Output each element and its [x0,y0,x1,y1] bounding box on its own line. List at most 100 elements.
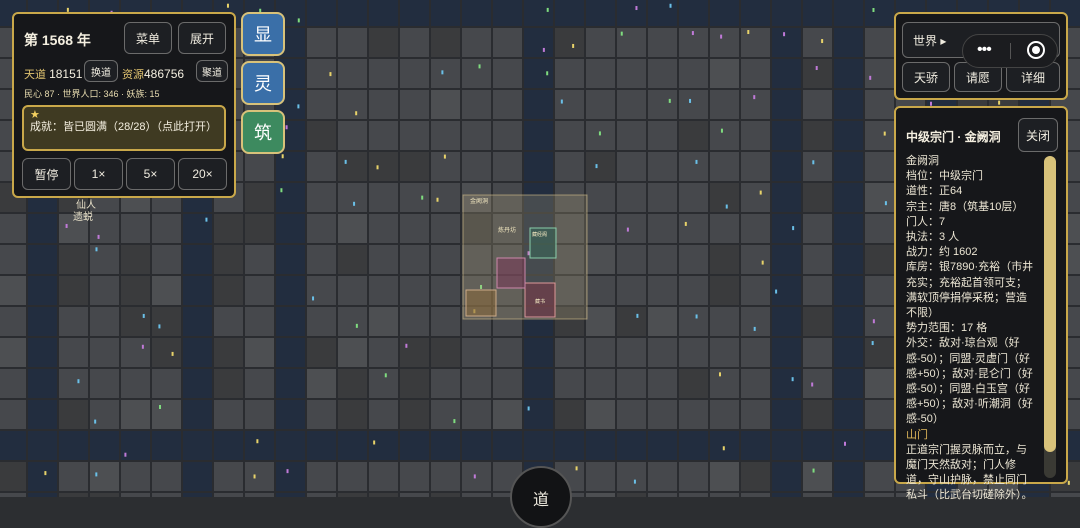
map-tile[interactable] [307,0,336,26]
close-button[interactable]: 关闭 [1018,118,1058,152]
map-tile[interactable] [307,152,336,181]
map-tile[interactable] [400,400,429,429]
map-tile[interactable] [679,369,708,398]
map-tile[interactable] [431,462,460,491]
map-tile[interactable] [493,431,522,460]
map-tile[interactable] [307,245,336,274]
map-tile[interactable] [803,493,832,497]
map-tile[interactable] [772,183,801,212]
map-tile[interactable] [741,462,770,491]
map-tile[interactable] [0,431,26,460]
expand-button[interactable]: 展开 [178,22,226,54]
map-tile[interactable] [307,400,336,429]
map-tile[interactable] [369,493,398,497]
map-tile[interactable] [710,338,739,367]
map-tile[interactable] [710,276,739,305]
map-tile[interactable] [834,0,863,26]
map-tile[interactable] [710,183,739,212]
spirit-button[interactable]: 灵 [241,61,285,105]
map-tile[interactable] [0,338,26,367]
map-tile[interactable] [121,369,150,398]
map-tile[interactable] [462,28,491,57]
map-tile[interactable] [462,338,491,367]
map-tile[interactable] [338,0,367,26]
map-tile[interactable] [59,276,88,305]
map-tile[interactable] [803,307,832,336]
map-tile[interactable] [741,59,770,88]
map-tile[interactable] [121,214,150,243]
map-tile[interactable] [617,245,646,274]
map-tile[interactable] [617,493,646,497]
map-tile[interactable] [276,462,305,491]
map-tile[interactable] [555,152,584,181]
map-tile[interactable] [431,245,460,274]
map-tile[interactable] [679,462,708,491]
pause-button[interactable]: 暂停 [22,158,71,190]
map-tile[interactable] [400,59,429,88]
map-tile[interactable] [59,369,88,398]
dao-button[interactable]: 道 [510,466,572,528]
map-tile[interactable] [586,307,615,336]
map-tile[interactable] [493,28,522,57]
map-tile[interactable] [276,369,305,398]
map-tile[interactable] [59,245,88,274]
map-tile[interactable] [214,245,243,274]
map-tile[interactable] [617,121,646,150]
map-tile[interactable] [183,431,212,460]
map-tile[interactable] [741,121,770,150]
map-tile[interactable] [865,245,894,274]
map-tile[interactable] [121,245,150,274]
map-tile[interactable] [834,400,863,429]
map-tile[interactable] [307,462,336,491]
map-tile[interactable] [276,400,305,429]
map-tile[interactable] [90,493,119,497]
map-tile[interactable] [338,28,367,57]
map-tile[interactable] [28,462,57,491]
map-tile[interactable] [400,369,429,398]
map-tile[interactable] [834,183,863,212]
map-tile[interactable] [524,152,553,181]
map-tile[interactable] [338,152,367,181]
map-tile[interactable] [400,462,429,491]
map-tile[interactable] [834,121,863,150]
map-tile[interactable] [524,59,553,88]
map-tile[interactable] [183,462,212,491]
map-tile[interactable] [710,462,739,491]
map-tile[interactable] [741,90,770,119]
map-tile[interactable] [121,400,150,429]
map-tile[interactable] [338,338,367,367]
map-tile[interactable] [741,245,770,274]
map-tile[interactable] [710,28,739,57]
map-tile[interactable] [772,90,801,119]
map-tile[interactable] [834,214,863,243]
map-tile[interactable] [214,493,243,497]
map-tile[interactable] [803,121,832,150]
show-button[interactable]: 显 [241,12,285,56]
map-tile[interactable] [90,431,119,460]
map-tile[interactable] [679,431,708,460]
map-tile[interactable] [369,245,398,274]
map-tile[interactable] [555,431,584,460]
map-tile[interactable] [710,245,739,274]
map-tile[interactable] [214,400,243,429]
map-tile[interactable] [679,183,708,212]
map-tile[interactable] [617,400,646,429]
map-tile[interactable] [586,338,615,367]
map-tile[interactable] [59,338,88,367]
map-tile[interactable] [710,59,739,88]
map-tile[interactable] [183,245,212,274]
map-tile[interactable] [648,462,677,491]
map-tile[interactable] [462,90,491,119]
map-tile[interactable] [648,369,677,398]
map-tile[interactable] [369,462,398,491]
map-tile[interactable] [648,121,677,150]
map-tile[interactable] [214,214,243,243]
map-tile[interactable] [214,462,243,491]
map-tile[interactable] [462,369,491,398]
map-tile[interactable] [28,400,57,429]
map-tile[interactable] [462,59,491,88]
map-tile[interactable] [741,307,770,336]
map-tile[interactable] [28,214,57,243]
map-tile[interactable] [400,152,429,181]
map-tile[interactable] [648,493,677,497]
